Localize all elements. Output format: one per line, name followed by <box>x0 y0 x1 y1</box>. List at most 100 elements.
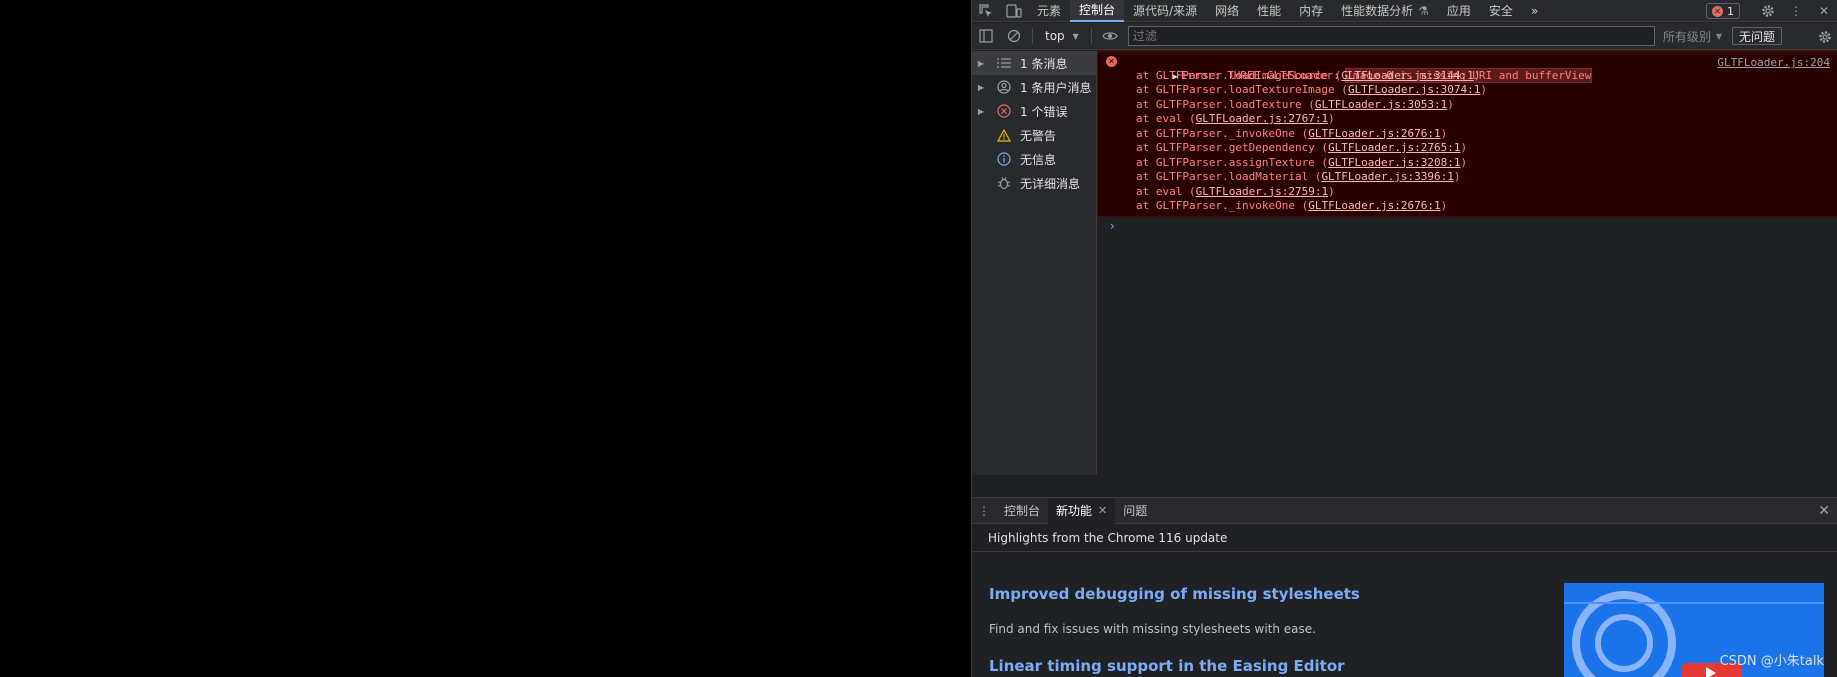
stack-frame-function: at GLTFParser.loadImageSource <box>1136 68 1329 82</box>
toolbar-divider <box>1090 28 1092 44</box>
device-toolbar-icon[interactable] <box>1000 0 1028 22</box>
stack-frame-function: at GLTFParser.getDependency <box>1136 141 1315 154</box>
stack-frame: at GLTFParser.loadMaterial (GLTFLoader.j… <box>1136 170 1461 183</box>
filter-input[interactable] <box>1127 26 1655 46</box>
error-message[interactable]: ✕ ▶ Error: THREE.GLTFLoader: Image 0 is mi… <box>1098 51 1837 217</box>
stack-frame: at GLTFParser.loadTexture (GLTFLoader.js… <box>1136 97 1454 111</box>
drawer-tab-console[interactable]: 控制台 <box>996 498 1048 524</box>
stack-frame-function: at GLTFParser.loadTexture <box>1136 97 1302 111</box>
eye-icon[interactable] <box>1096 23 1124 50</box>
kebab-menu-icon[interactable]: ⋮ <box>972 504 996 518</box>
stack-frame-link[interactable]: GLTFLoader.js:3053:1 <box>1315 98 1447 111</box>
sidebar-item-info[interactable]: 无信息 <box>972 147 1096 171</box>
stack-frame-function: at eval <box>1136 112 1183 125</box>
stack-frame-link[interactable]: GLTFLoader.js:2759:1 <box>1196 185 1328 198</box>
kebab-menu-icon[interactable]: ⋮ <box>1782 0 1810 22</box>
stack-frame-function: at GLTFParser.assignTexture <box>1136 155 1315 169</box>
close-drawer-icon[interactable]: ✕ <box>1818 503 1830 519</box>
gear-icon[interactable] <box>1754 0 1782 22</box>
tab-security[interactable]: 安全 <box>1480 0 1522 22</box>
info-icon <box>990 152 1018 166</box>
watermark-text: CSDN @小朱talk <box>1719 654 1824 669</box>
issues-label: 无问题 <box>1739 29 1776 44</box>
sidebar-item-errors[interactable]: ▶ 1 个错误 <box>972 99 1096 123</box>
tab-network[interactable]: 网络 <box>1206 0 1248 22</box>
sidebar-item-verbose[interactable]: 无详细消息 <box>972 171 1096 195</box>
error-count-badge[interactable]: ✕ 1 <box>1706 3 1740 19</box>
page-viewport <box>0 0 971 677</box>
context-selector[interactable]: top ▼ <box>1037 29 1087 43</box>
drawer-tab-label: 新功能 <box>1056 504 1093 518</box>
log-levels-dropdown[interactable]: 所有级别 ▼ <box>1663 28 1722 45</box>
stack-frame-link[interactable]: GLTFLoader.js:3074:1 <box>1348 83 1480 96</box>
stack-frame-link[interactable]: GLTFLoader.js:2676:1 <box>1308 199 1440 212</box>
tab-performance-insights[interactable]: 性能数据分析 ⚗ <box>1332 0 1438 22</box>
stack-frame: at GLTFParser.loadTextureImage (GLTFLoad… <box>1136 83 1488 96</box>
tab-performance[interactable]: 性能 <box>1248 0 1290 22</box>
error-header[interactable]: ✕ ▶ Error: THREE.GLTFLoader: Image 0 is mi… <box>1098 54 1837 83</box>
whats-new-content: Improved debugging of missing stylesheet… <box>972 553 1837 677</box>
stack-frame-function: at GLTFParser._invokeOne <box>1136 199 1295 212</box>
list-icon <box>990 57 1018 69</box>
stack-frame: at GLTFParser._invokeOne (GLTFLoader.js:… <box>1136 199 1448 212</box>
stack-frame-function: at GLTFParser._invokeOne <box>1136 126 1295 140</box>
user-icon <box>990 80 1018 94</box>
inspect-element-icon[interactable] <box>972 0 1000 22</box>
caret-down-icon: ▼ <box>1072 31 1079 41</box>
stack-frame-function: at GLTFParser.loadTextureImage <box>1136 83 1335 96</box>
flask-icon: ⚗ <box>1418 3 1429 18</box>
console-prompt[interactable]: › <box>1098 217 1837 235</box>
whats-new-subheader: Highlights from the Chrome 116 update <box>972 525 1837 552</box>
tab-memory[interactable]: 内存 <box>1290 0 1332 22</box>
stack-frame-link[interactable]: GLTFLoader.js:2765:1 <box>1328 141 1460 154</box>
sidebar-item-messages[interactable]: ▶ 1 条消息 <box>972 51 1096 75</box>
stack-frame: at eval (GLTFLoader.js:2767:1) <box>1136 112 1335 125</box>
sidebar-toggle-icon[interactable] <box>972 23 1000 50</box>
expand-arrow-icon[interactable]: ▶ <box>972 83 990 92</box>
whats-new-item-title[interactable]: Linear timing support in the Easing Edit… <box>989 657 1345 675</box>
sidebar-item-warnings[interactable]: 无警告 <box>972 123 1096 147</box>
chevron-double-right-icon[interactable]: » <box>1522 0 1547 22</box>
tab-console[interactable]: 控制台 <box>1070 0 1125 22</box>
tab-performance-insights-label: 性能数据分析 <box>1341 4 1414 18</box>
sidebar-item-label: 1 条用户消息 <box>1020 80 1092 95</box>
stack-trace: at GLTFParser.loadImageSource (GLTFLoade… <box>1098 69 1837 214</box>
toolbar-divider <box>1032 28 1033 44</box>
stack-frame: at GLTFParser.getDependency (GLTFLoader.… <box>1136 141 1468 154</box>
warning-icon <box>990 128 1018 142</box>
expand-arrow-icon[interactable]: ▶ <box>972 59 990 68</box>
console-sidebar: ▶ 1 条消息 ▶ 1 条用户消息 ▶ 1 个错误 无警告 无信息 无详细消息 <box>972 51 1097 475</box>
error-icon: ✕ <box>1106 56 1117 67</box>
console-messages: ✕ ▶ Error: THREE.GLTFLoader: Image 0 is mi… <box>1098 51 1837 475</box>
stack-frame-link[interactable]: GLTFLoader.js:2676:1 <box>1308 127 1440 140</box>
issues-button[interactable]: 无问题 <box>1732 27 1783 45</box>
sidebar-item-user-messages[interactable]: ▶ 1 条用户消息 <box>972 75 1096 99</box>
sidebar-item-label: 无信息 <box>1020 152 1057 167</box>
stack-frame: at GLTFParser._invokeOne (GLTFLoader.js:… <box>1136 126 1448 140</box>
close-icon[interactable]: ✕ <box>1098 504 1107 517</box>
console-toolbar: top ▼ 所有级别 ▼ 无问题 <box>972 23 1837 50</box>
whats-new-subheader-text: Highlights from the Chrome 116 update <box>988 531 1228 545</box>
stack-frame-link[interactable]: GLTFLoader.js:3208:1 <box>1328 156 1460 169</box>
tab-application[interactable]: 应用 <box>1438 0 1480 22</box>
expand-arrow-icon[interactable]: ▶ <box>972 107 990 116</box>
error-icon: ✕ <box>1712 5 1723 17</box>
clear-console-icon[interactable] <box>1000 23 1028 50</box>
tab-elements[interactable]: 元素 <box>1028 0 1070 22</box>
log-levels-label: 所有级别 <box>1662 29 1711 44</box>
tab-sources[interactable]: 源代码/来源 <box>1124 0 1206 22</box>
stack-frame-link[interactable]: GLTFLoader.js:3396:1 <box>1321 170 1453 183</box>
whats-new-item-desc: Find and fix issues with missing stylesh… <box>989 622 1316 636</box>
devtools-panel: 元素 控制台 源代码/来源 网络 性能 内存 性能数据分析 ⚗ 应用 安全 » … <box>971 0 1837 677</box>
whats-new-item-title[interactable]: Improved debugging of missing stylesheet… <box>989 585 1360 603</box>
console-settings-gear-icon[interactable] <box>1818 23 1832 50</box>
caret-down-icon: ▼ <box>1715 31 1722 41</box>
context-value: top <box>1045 29 1065 43</box>
stack-frame-link[interactable]: GLTFLoader.js:3144:1 <box>1341 69 1473 82</box>
stack-frame-link[interactable]: GLTFLoader.js:2767:1 <box>1196 112 1328 125</box>
close-icon[interactable]: ✕ <box>1810 0 1837 22</box>
bug-icon <box>990 176 1018 190</box>
sidebar-item-label: 1 条消息 <box>1020 56 1068 71</box>
drawer-tab-issues[interactable]: 问题 <box>1115 498 1155 524</box>
drawer-tab-whats-new[interactable]: 新功能 ✕ <box>1048 497 1116 524</box>
